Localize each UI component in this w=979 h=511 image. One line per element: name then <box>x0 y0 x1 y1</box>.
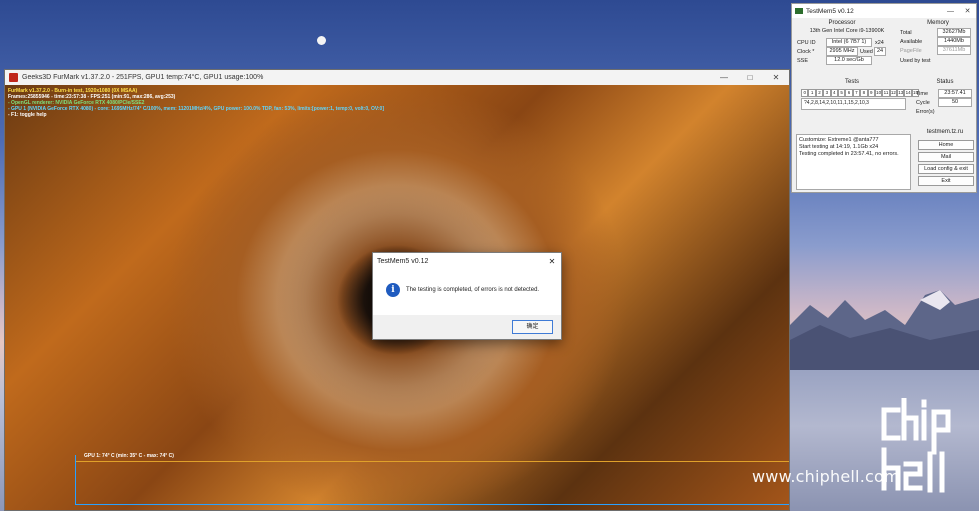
ok-button[interactable]: 确定 <box>512 320 553 334</box>
test-cells: 0 1 2 3 4 5 6 7 8 9 10 11 12 13 14 15 <box>801 89 920 97</box>
furmark-titlebar[interactable]: Geeks3D FurMark v1.37.2.0 - 251FPS, GPU1… <box>5 70 789 85</box>
minimize-icon[interactable]: — <box>942 8 959 15</box>
dialog-message: The testing is completed, of errors is n… <box>406 287 540 293</box>
pagefile-label: PageFile <box>900 48 922 54</box>
total-value: 32627Mb <box>937 28 971 37</box>
gpu-temp-label: GPU 1: 74° C (min: 35° C - max: 74° C) <box>84 453 174 459</box>
tests-heading: Tests <box>844 79 859 85</box>
status-heading: Status <box>936 79 954 85</box>
available-value: 1440Mb <box>937 37 971 46</box>
wallpaper-moon <box>317 36 326 45</box>
chiphell-logo-icon <box>881 398 951 493</box>
close-icon[interactable]: ✕ <box>959 7 976 15</box>
memory-heading: Memory <box>927 20 949 26</box>
used-value: 24 <box>874 47 886 56</box>
test-cell: 3 <box>823 89 831 97</box>
site-heading: testmem.tz.ru <box>926 129 964 135</box>
test-cell: 1 <box>808 89 816 97</box>
hud-line: - F1: toggle help <box>8 112 47 118</box>
hud-line: - GPU 1 (NVIDIA GeForce RTX 4080) - core… <box>8 106 385 112</box>
cpu-id-label: CPU ID <box>797 40 816 46</box>
testmem5-title: TestMem5 v0.12 <box>806 7 854 15</box>
test-cell: 10 <box>874 89 883 97</box>
cpu-threads: x24 <box>875 40 884 46</box>
mail-button[interactable]: Mail <box>918 152 974 162</box>
furmark-hud: FurMark v1.37.2.0 - Burn-in test, 1920x1… <box>8 88 384 118</box>
log-box: Customize: Extreme1 @anta777 Start testi… <box>796 134 911 190</box>
watermark-url: www.chiphell.com <box>752 467 900 486</box>
processor-heading: Processor <box>828 20 856 26</box>
test-cell: 0 <box>801 89 809 97</box>
errors-label: Error(s) <box>916 109 935 115</box>
gpu-temp-line <box>76 461 789 462</box>
test-cell: 13 <box>897 89 905 97</box>
maximize-icon[interactable]: □ <box>737 73 763 82</box>
pagefile-value: 37611Mb <box>937 46 971 55</box>
test-cell: 2 <box>815 89 824 97</box>
wallpaper-mountains <box>790 290 979 380</box>
clock-value: 2995 MHz <box>826 47 858 56</box>
test-sequence: ?4,2,8,14,2,10,11,1,15,2,10,3 <box>801 98 906 110</box>
cycle-value: 50 <box>938 98 972 107</box>
testmem5-window: TestMem5 v0.12 — ✕ Processor 13th Gen In… <box>791 3 977 193</box>
cpu-id-value: Intel (6 7B7 1) <box>826 38 872 47</box>
test-cell: 11 <box>882 89 890 97</box>
furmark-app-icon <box>9 73 18 82</box>
home-button[interactable]: Home <box>918 140 974 150</box>
dialog-title: TestMem5 v0.12 <box>377 257 429 265</box>
close-icon[interactable]: ✕ <box>543 257 561 266</box>
test-cell: 4 <box>830 89 838 97</box>
log-line: Customize: Extreme1 @anta777 <box>799 137 879 143</box>
time-value: 23:57.41 <box>938 89 972 98</box>
log-line: Testing completed in 23:57.41, no errors… <box>799 151 899 157</box>
test-cell: 5 <box>837 89 846 97</box>
clock-label: Clock * <box>797 49 815 55</box>
dialog-footer: 确定 <box>373 315 561 339</box>
sse-value: 12.0 sec/Gb <box>826 56 872 65</box>
log-line: Start testing at 14:19, 1.1Gb x24 <box>799 144 879 150</box>
total-label: Total <box>900 30 912 36</box>
test-cell: 6 <box>845 89 853 97</box>
test-cell: 9 <box>867 89 875 97</box>
time-label: Time <box>916 91 929 97</box>
cpu-name: 13th Gen Intel Core i9-13900K <box>809 28 885 34</box>
minimize-icon[interactable]: — <box>711 73 737 82</box>
testmem5-app-icon <box>795 8 803 14</box>
exit-button[interactable]: Exit <box>918 176 974 186</box>
close-icon[interactable]: ✕ <box>763 73 789 82</box>
used-by-test-label: Used by test <box>900 58 931 64</box>
test-cell: 14 <box>904 89 912 97</box>
cycle-label: Cycle <box>916 100 930 106</box>
furmark-title: Geeks3D FurMark v1.37.2.0 - 251FPS, GPU1… <box>22 74 264 81</box>
dialog-titlebar[interactable]: TestMem5 v0.12 ✕ <box>373 253 561 269</box>
test-cell: 7 <box>852 89 861 97</box>
used-label: Used <box>860 49 873 55</box>
gpu-temp-graph: GPU 1: 74° C (min: 35° C - max: 74° C) <box>75 453 789 505</box>
test-cell: 12 <box>889 89 898 97</box>
dialog-body: i The testing is completed, of errors is… <box>373 269 561 315</box>
test-cell: 8 <box>860 89 868 97</box>
completion-dialog: TestMem5 v0.12 ✕ i The testing is comple… <box>372 252 562 340</box>
info-icon: i <box>386 283 400 297</box>
available-label: Available <box>900 39 923 45</box>
load-config-exit-button[interactable]: Load config & exit <box>918 164 974 174</box>
testmem5-titlebar[interactable]: TestMem5 v0.12 — ✕ <box>792 4 976 18</box>
sse-label: SSE <box>797 58 809 64</box>
